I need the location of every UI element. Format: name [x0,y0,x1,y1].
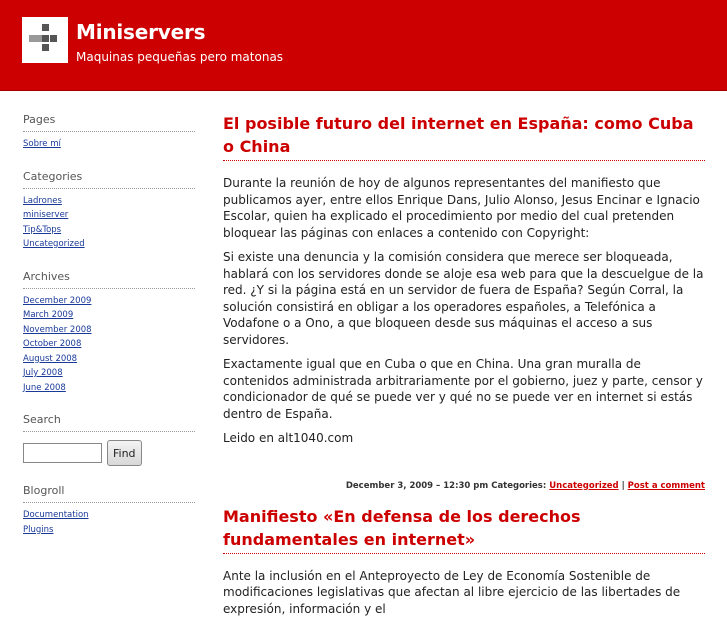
widget-title: Pages [23,113,195,132]
post-paragraph: Leido en alt1040.com [223,431,354,445]
post-title[interactable]: El posible futuro del internet en España… [223,112,705,161]
search-widget: Search Find [23,413,195,466]
logo-square [50,35,57,42]
post-body: Ante la inclusión en el Anteproyecto de … [223,568,705,618]
search-form: Find [23,440,195,466]
archives-widget: Archives December 2009 March 2009 Novemb… [23,270,195,396]
logo-square [42,44,49,51]
site-title[interactable]: Miniservers [76,20,206,44]
category-link[interactable]: Tip&Tops [23,223,195,238]
post: Manifiesto «En defensa de los derechos f… [223,505,705,618]
widget-title: Search [23,413,195,432]
blogroll-link[interactable]: Documentation [23,508,195,523]
widget-title: Categories [23,170,195,189]
archive-link[interactable]: November 2008 [23,323,195,338]
post: El posible futuro del internet en España… [223,112,705,491]
post-paragraph: Durante la reunión de hoy de algunos rep… [223,176,700,240]
category-link[interactable]: Uncategorized [23,237,195,252]
main-content: El posible futuro del internet en España… [223,112,705,625]
post-category-link[interactable]: Uncategorized [549,481,618,491]
archive-link[interactable]: July 2008 [23,366,195,381]
logo-square [42,24,49,31]
search-input[interactable] [23,443,102,463]
post-paragraph: Exactamente igual que en Cuba o que en C… [223,357,703,421]
site-logo[interactable] [22,17,68,63]
archive-link[interactable]: August 2008 [23,352,195,367]
category-link[interactable]: miniserver [23,208,195,223]
widget-title: Archives [23,270,195,289]
archive-link[interactable]: December 2009 [23,294,195,309]
pages-widget: Pages Sobre mí [23,113,195,152]
post-comment-link[interactable]: Post a comment [628,481,705,491]
post-body: Durante la reunión de hoy de algunos rep… [223,175,705,447]
post-date: December 3, 2009 – 12:30 pm [345,480,489,491]
site-tagline: Maquinas pequeñas pero matonas [76,50,284,64]
page-link[interactable]: Sobre mí [23,137,195,152]
find-button[interactable]: Find [107,440,142,466]
categories-widget: Categories Ladrones miniserver Tip&Tops … [23,170,195,252]
logo-square [42,35,49,42]
archive-link[interactable]: March 2009 [23,308,195,323]
blogroll-widget: Blogroll Documentation Plugins [23,484,195,537]
post-paragraph: Si existe una denuncia y la comisión con… [223,250,704,347]
categories-label: Categories: [491,480,547,491]
blogroll-link[interactable]: Plugins [23,523,195,538]
post-meta: December 3, 2009 – 12:30 pm Categories: … [223,481,705,491]
archive-link[interactable]: June 2008 [23,381,195,396]
meta-separator: | [621,480,625,491]
archive-link[interactable]: October 2008 [23,337,195,352]
widget-title: Blogroll [23,484,195,503]
site-header: Miniservers Maquinas pequeñas pero maton… [0,0,727,91]
post-title[interactable]: Manifiesto «En defensa de los derechos f… [223,505,705,554]
category-link[interactable]: Ladrones [23,194,195,209]
post-paragraph: Ante la inclusión en el Anteproyecto de … [223,568,681,616]
logo-square [29,35,36,42]
sidebar: Pages Sobre mí Categories Ladrones minis… [23,113,195,555]
